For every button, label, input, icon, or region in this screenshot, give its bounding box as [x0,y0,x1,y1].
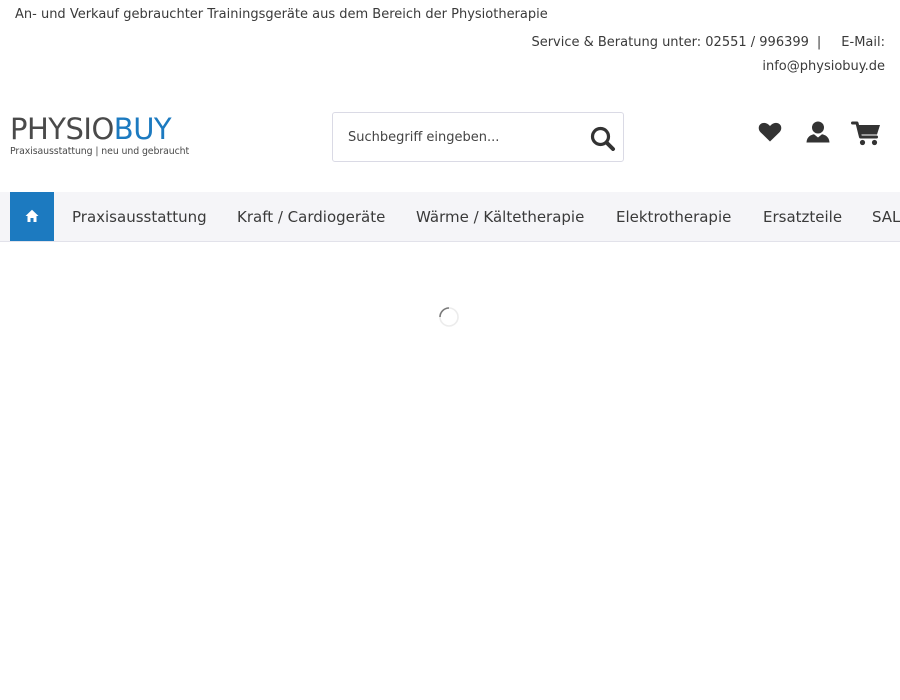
service-phone-text[interactable]: Service & Beratung unter: 02551 / 996399 [531,35,808,50]
logo-tagline: Praxisausstattung | neu und gebraucht [10,146,190,157]
email-link[interactable]: info@physiobuy.de [762,59,885,74]
search-button[interactable] [589,125,617,151]
user-icon [806,121,830,143]
nav-item-praxisausstattung[interactable]: Praxisausstattung [72,192,207,241]
nav-item-sale[interactable]: SALE [872,192,900,241]
nav-item-waerme-kaeltetherapie[interactable]: Wärme / Kältetherapie [416,192,584,241]
cart-button[interactable] [851,118,883,148]
loading-spinner [438,306,460,328]
shop-tagline: An- und Verkauf gebrauchter Trainingsger… [15,7,548,22]
search-icon [590,126,615,151]
email-label: E-Mail: [841,35,885,50]
wishlist-button[interactable] [757,118,783,148]
nav-item-elektrotherapie[interactable]: Elektrotherapie [616,192,731,241]
main-navigation: Praxisausstattung Kraft / Cardiogeräte W… [0,192,900,242]
search-input[interactable] [333,113,588,161]
nav-item-kraft-cardiogeraete[interactable]: Kraft / Cardiogeräte [237,192,385,241]
search-form [332,112,624,162]
logo-text-physio: PHYSIO [10,112,114,146]
heart-icon [758,122,782,142]
account-button[interactable] [804,118,832,148]
logo-text-buy: BUY [113,112,172,146]
cart-icon [851,121,880,146]
contact-info: Service & Beratung unter: 02551 / 996399… [505,31,885,79]
logo-wordmark: PHYSIOBUY [10,114,200,144]
physiobuy-logo[interactable]: PHYSIOBUY Praxisausstattung | neu und ge… [10,114,200,162]
nav-item-ersatzteile[interactable]: Ersatzteile [763,192,842,241]
spinner-icon [439,307,459,327]
home-icon [25,209,39,222]
contact-separator: | [816,35,822,50]
nav-home-button[interactable] [10,192,54,241]
